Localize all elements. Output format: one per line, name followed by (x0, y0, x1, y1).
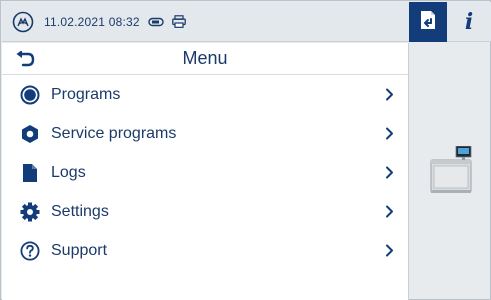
program-circle-icon (20, 85, 40, 105)
chevron-right-icon (385, 127, 395, 141)
chevron-right-icon (385, 88, 395, 102)
menu-list: Programs Service programs Logs Settings … (2, 75, 408, 270)
menu-item-logs[interactable]: Logs (2, 153, 408, 192)
menu-item-label: Support (51, 241, 108, 259)
menu-item-settings[interactable]: Settings (2, 192, 408, 231)
service-hexagon-icon (20, 124, 40, 144)
device-illustration (429, 145, 473, 194)
status-datetime: 11.02.2021 08:32 (44, 14, 140, 29)
gear-icon (20, 202, 40, 222)
brand-logo-icon (11, 10, 35, 34)
tab-return[interactable] (409, 2, 447, 42)
help-circle-icon (20, 240, 40, 261)
back-arrow-icon (16, 51, 35, 67)
document-icon (20, 163, 40, 183)
chevron-right-icon (385, 244, 395, 258)
status-bar: 11.02.2021 08:32 (2, 2, 409, 42)
back-button[interactable] (14, 49, 36, 69)
screen-frame: 11.02.2021 08:32 i Menu Programs Service… (0, 0, 491, 300)
menu-item-label: Programs (51, 85, 121, 103)
menu-item-service-programs[interactable]: Service programs (2, 114, 408, 153)
menu-panel: Menu Programs Service programs Logs Sett… (2, 43, 409, 300)
menu-item-label: Settings (51, 202, 109, 220)
tab-info[interactable]: i (447, 2, 491, 42)
menu-item-label: Service programs (51, 124, 177, 142)
chevron-right-icon (385, 205, 395, 219)
info-icon: i (464, 8, 474, 35)
printer-icon (171, 15, 186, 28)
menu-header: Menu (2, 43, 408, 75)
page-title: Menu (182, 48, 228, 68)
chevron-right-icon (385, 166, 395, 180)
menu-item-programs[interactable]: Programs (2, 75, 408, 114)
menu-item-label: Logs (51, 163, 86, 181)
menu-item-support[interactable]: Support (2, 231, 408, 270)
return-document-icon (419, 10, 437, 35)
usb-stick-icon (148, 17, 164, 27)
side-tabs: i (409, 2, 491, 42)
